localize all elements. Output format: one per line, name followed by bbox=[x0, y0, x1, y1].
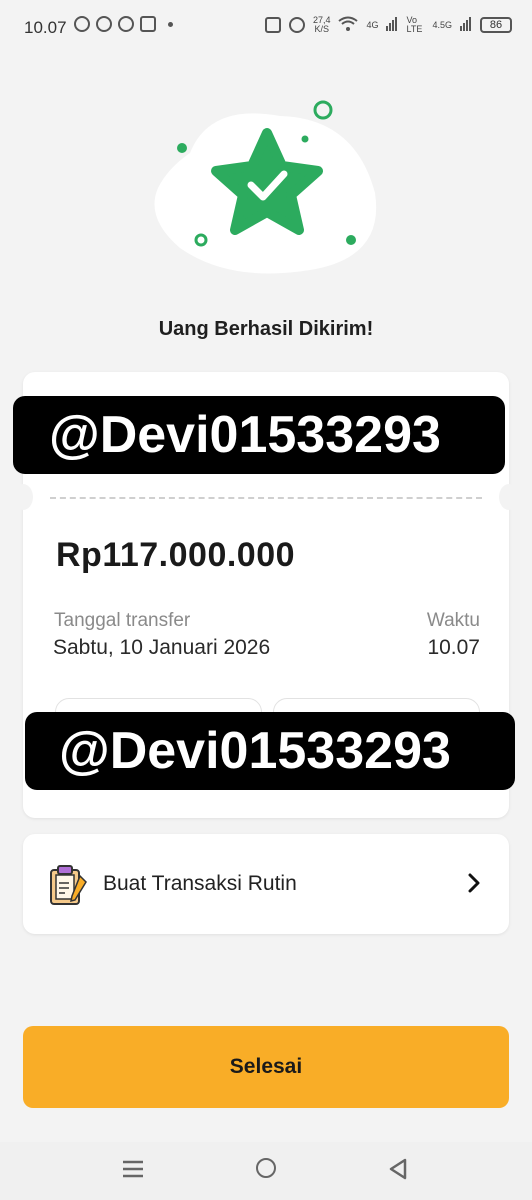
sync-icon bbox=[74, 16, 90, 32]
receipt-notch-right bbox=[499, 484, 519, 510]
nfc-icon bbox=[264, 17, 281, 33]
status-time: 10.07 bbox=[24, 18, 67, 37]
more-notifications-dot bbox=[168, 21, 173, 27]
date-value: Sabtu, 10 Januari 2026 bbox=[53, 636, 271, 659]
receipt-notch-left bbox=[13, 484, 33, 510]
back-icon[interactable] bbox=[388, 1158, 408, 1180]
done-button[interactable]: Selesai bbox=[23, 1026, 509, 1108]
time-value: 10.07 bbox=[427, 636, 480, 659]
status-right-icons: 27,4 K/S 4G Vo LTE 4.5G 86 bbox=[264, 15, 512, 34]
net-45g-label: 4.5G bbox=[432, 20, 452, 30]
page-title: Uang Berhasil Dikirim! bbox=[158, 318, 374, 340]
receipt-divider bbox=[50, 497, 482, 499]
volte-label: Vo LTE bbox=[406, 15, 423, 34]
time-label: Waktu bbox=[426, 610, 480, 631]
image-icon bbox=[140, 16, 156, 32]
watermark-overlay-bottom: @Devi01533293 bbox=[25, 712, 515, 790]
chevron-right-icon bbox=[468, 873, 480, 893]
menu-icon[interactable] bbox=[122, 1160, 144, 1178]
wifi-icon bbox=[338, 16, 359, 34]
battery-indicator: 86 bbox=[480, 17, 512, 33]
transfer-amount: Rp117.000.000 bbox=[56, 536, 296, 574]
home-icon[interactable] bbox=[256, 1158, 276, 1178]
app-icon bbox=[118, 16, 134, 32]
routine-transaction-label: Buat Transaksi Rutin bbox=[103, 872, 297, 895]
success-illustration bbox=[150, 98, 382, 278]
routine-transaction-button[interactable]: Buat Transaksi Rutin bbox=[23, 834, 509, 934]
notification-icons bbox=[74, 16, 173, 32]
mute-icon bbox=[288, 17, 305, 33]
status-bar: 10.07 27,4 K/S 4G Vo LTE 4.5G 86 bbox=[0, 0, 532, 58]
clipboard-icon bbox=[50, 865, 87, 905]
check-star-icon bbox=[154, 100, 377, 274]
date-label: Tanggal transfer bbox=[54, 610, 191, 631]
messenger-icon bbox=[96, 16, 112, 32]
network-speed: 27,4 K/S bbox=[312, 15, 331, 34]
signal-icon-1 bbox=[386, 17, 398, 33]
system-nav-bar bbox=[0, 1142, 532, 1200]
signal-icon-2 bbox=[460, 17, 472, 33]
watermark-overlay-top: @Devi01533293 bbox=[13, 396, 505, 474]
net-4g-label: 4G bbox=[366, 20, 379, 30]
